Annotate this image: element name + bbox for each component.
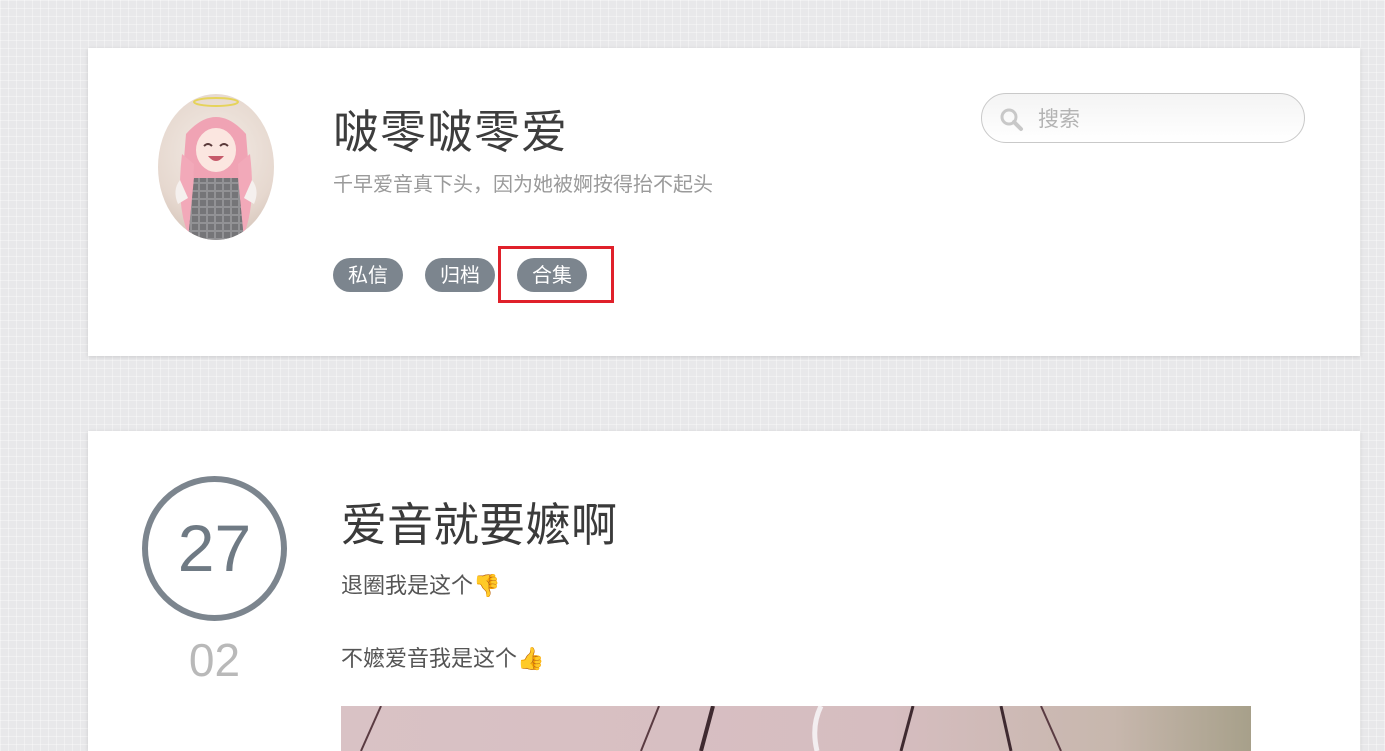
blog-header-card: 啵零啵零爱 千早爱音真下头，因为她被婀按得抬不起头 私信 归档 合集: [88, 48, 1360, 356]
nav-archive-button[interactable]: 归档: [425, 258, 495, 292]
post-date-circle: 27: [142, 476, 287, 621]
nav-message-button[interactable]: 私信: [333, 258, 403, 292]
search-icon: [1000, 108, 1023, 131]
nav-collection-button[interactable]: 合集: [517, 258, 587, 292]
search-input[interactable]: [1036, 102, 1290, 136]
post-image-art: [360, 706, 1062, 751]
search-box[interactable]: [981, 93, 1305, 143]
blog-subtitle: 千早爱音真下头，因为她被婀按得抬不起头: [333, 172, 713, 196]
post-month: 02: [188, 634, 241, 686]
post-image[interactable]: [341, 706, 1251, 751]
avatar-illustration: [175, 97, 257, 240]
blog-title[interactable]: 啵零啵零爱: [333, 96, 568, 162]
post-text-line: 退圈我是这个👎: [341, 568, 500, 600]
post-text: 不嬷爱音我是这个: [341, 647, 518, 672]
post-day: 27: [177, 511, 252, 585]
post-text-line: 不嬷爱音我是这个👍: [341, 641, 544, 673]
nav-bar: 私信 归档 合集: [333, 258, 587, 294]
thumbs-up-icon: 👍: [517, 647, 545, 672]
thumbs-down-icon: 👎: [473, 574, 501, 599]
post-card: 27 02 爱音就要嬷啊 退圈我是这个👎 不嬷爱音我是这个👍: [88, 431, 1360, 751]
post-title[interactable]: 爱音就要嬷啊: [341, 489, 617, 555]
post-text: 退圈我是这个: [341, 574, 474, 599]
avatar[interactable]: [158, 94, 274, 240]
